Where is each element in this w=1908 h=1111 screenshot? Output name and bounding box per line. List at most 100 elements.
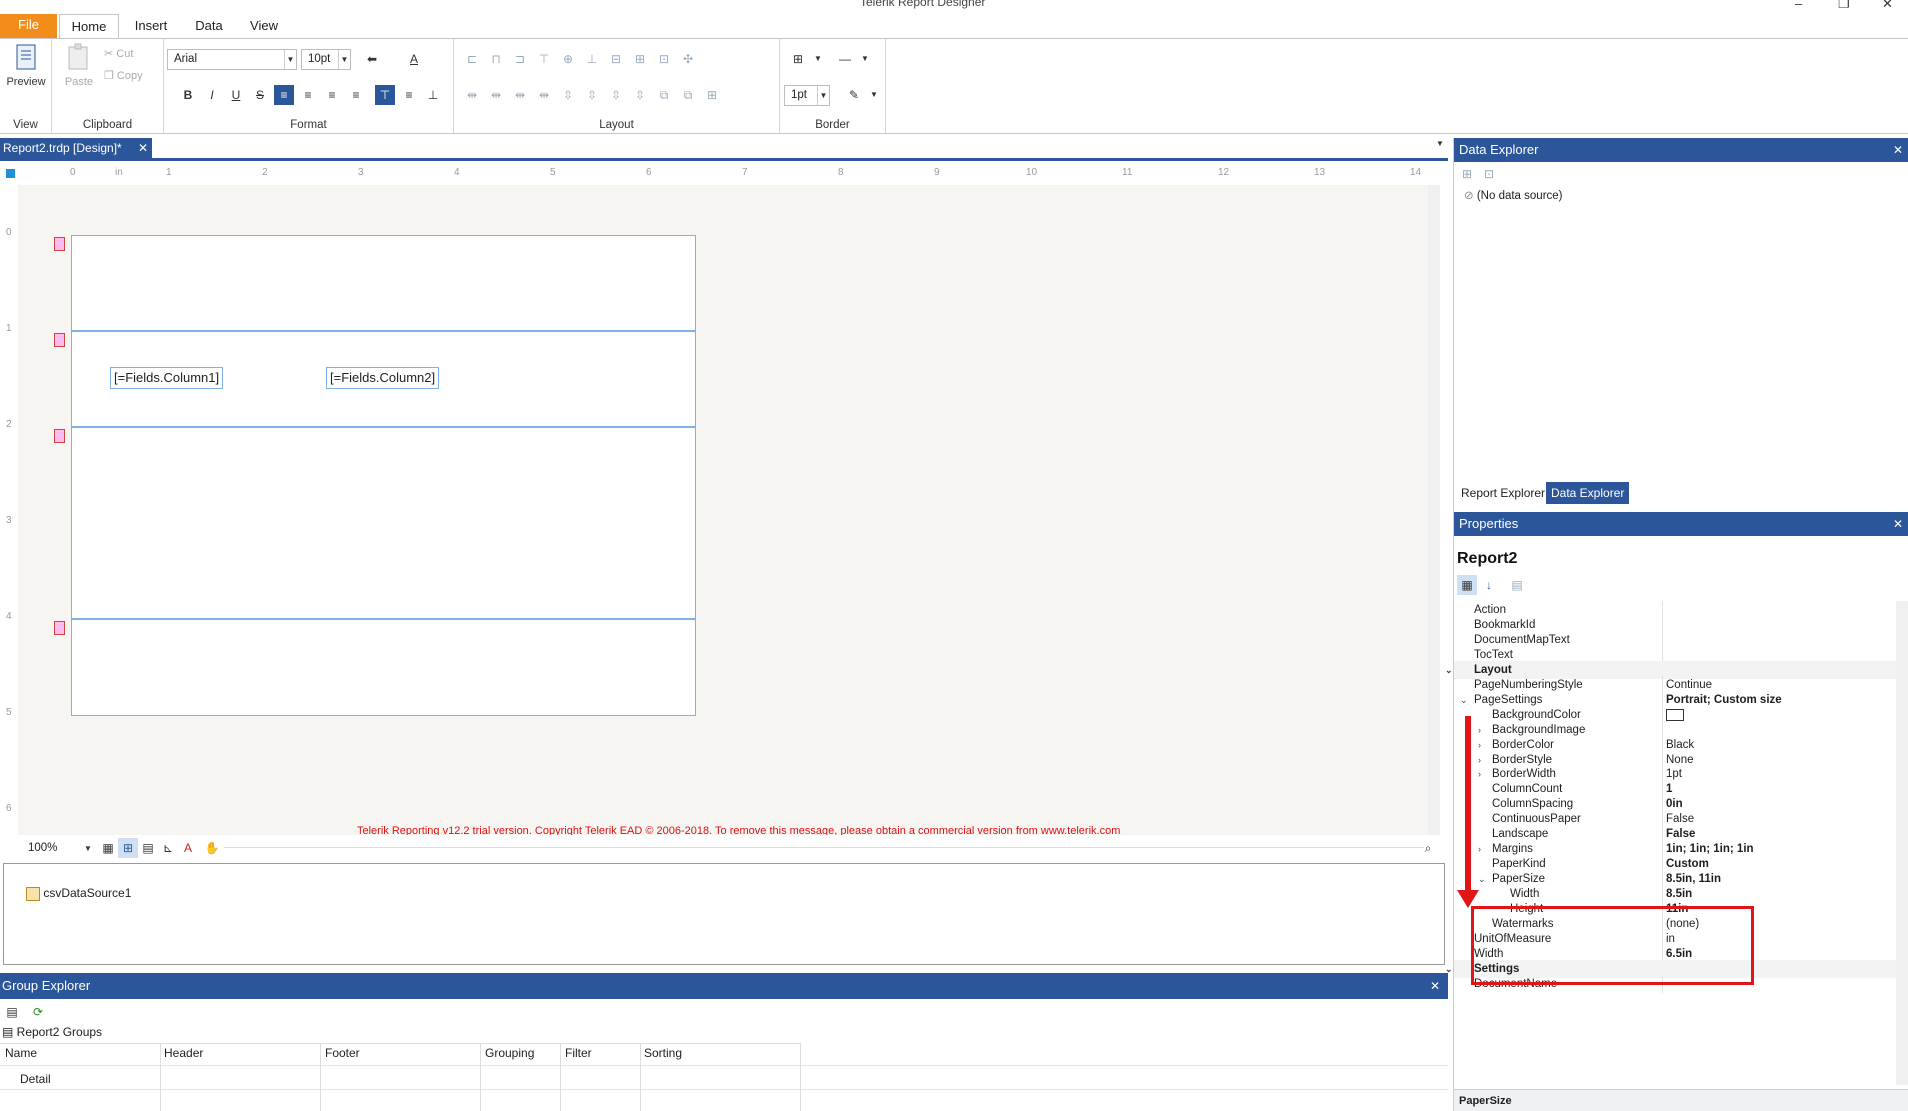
column-header-footer[interactable]: Footer [325,1046,360,1060]
tab-report-explorer[interactable]: Report Explorer [1456,482,1550,504]
font-combo[interactable]: Arial ▼ [167,49,297,70]
band-icon[interactable]: ▤ [138,838,158,858]
group-tree-root[interactable]: ▤ Report2 Groups [2,1025,102,1039]
h-spacing-icon[interactable]: ⇹ [462,85,482,105]
font-color-icon[interactable]: A [404,49,424,69]
center-icon[interactable]: ✣ [678,49,698,69]
close-button[interactable]: ✕ [1882,0,1893,12]
detail-icon[interactable] [54,333,65,347]
h-spacing-dec-icon[interactable]: ⇹ [510,85,530,105]
bold-icon[interactable]: B [178,85,198,105]
group-band[interactable] [71,427,696,619]
page-footer-band[interactable] [71,619,696,716]
text-icon[interactable]: A [178,838,198,858]
canvas-horizontal-scrollbar[interactable] [224,847,1424,848]
minimize-button[interactable]: – [1795,0,1802,11]
v-spacing-remove-icon[interactable]: ⇳ [630,85,650,105]
paste-button[interactable]: Paste [62,43,96,88]
v-spacing-dec-icon[interactable]: ⇳ [606,85,626,105]
page-footer-icon[interactable] [54,621,65,635]
v-spacing-icon[interactable]: ⇳ [558,85,578,105]
strikethrough-icon[interactable]: S [250,85,270,105]
preview-button[interactable]: Preview [4,43,48,88]
collapse-icon[interactable]: ⌄ [1445,960,1453,978]
sort-alpha-icon[interactable]: ↓ [1479,575,1499,595]
cut-button[interactable]: ✂ Cut [104,47,133,60]
zoom-icon[interactable]: ⌕ [1418,838,1438,858]
h-spacing-remove-icon[interactable]: ⇹ [534,85,554,105]
ruler-corner[interactable] [6,169,15,178]
group-icon[interactable] [54,429,65,443]
collapse-icon[interactable]: ⌄ [1445,661,1453,679]
border-color-icon[interactable]: ✎ [844,85,864,105]
tab-view[interactable]: View [240,14,288,38]
property-pages-icon[interactable]: ▤ [1507,575,1527,595]
send-back-icon[interactable]: ⧉ [678,85,698,105]
align-tops-icon[interactable]: ⊤ [534,49,554,69]
canvas-vertical-scrollbar[interactable] [1428,185,1440,835]
tab-data-explorer[interactable]: Data Explorer [1546,482,1630,504]
align-rights-icon[interactable]: ⊐ [510,49,530,69]
ruler-icon[interactable]: ⊾ [158,838,178,858]
v-spacing-inc-icon[interactable]: ⇳ [582,85,602,105]
column-header-filter[interactable]: Filter [565,1046,592,1060]
tab-file[interactable]: File [0,14,57,38]
column-header-grouping[interactable]: Grouping [485,1046,534,1060]
same-size-icon[interactable]: ⊡ [654,49,674,69]
chevron-down-icon[interactable]: ▼ [864,85,884,105]
font-size-combo[interactable]: 10pt ▼ [301,49,351,70]
color-swatch[interactable] [1666,708,1684,721]
underline-icon[interactable]: U [226,85,246,105]
textbox-column1[interactable]: [=Fields.Column1] [110,367,224,389]
align-right-icon[interactable]: ≡ [322,85,342,105]
data-tree-item[interactable]: ⊘ (No data source) [1464,188,1563,202]
column-header-name[interactable]: Name [5,1046,37,1060]
grid-icon[interactable]: ▦ [98,838,118,858]
copy-button[interactable]: ❐ Copy [104,69,143,82]
maximize-button[interactable]: ❐ [1838,0,1850,12]
column-header-sorting[interactable]: Sorting [644,1046,682,1060]
align-left-icon[interactable]: ≡ [274,85,294,105]
close-icon[interactable]: ✕ [138,138,148,158]
page-header-band[interactable] [71,235,696,331]
close-icon[interactable]: ✕ [1893,512,1903,536]
column-header-header[interactable]: Header [164,1046,203,1060]
csv-data-source[interactable]: csvDataSource1 [26,886,131,901]
tab-home[interactable]: Home [59,14,119,39]
align-bottoms-icon[interactable]: ⊥ [582,49,602,69]
text-color-icon[interactable]: ⬅ [362,49,382,69]
close-icon[interactable]: ✕ [1430,973,1440,999]
same-height-icon[interactable]: ⊞ [630,49,650,69]
bring-front-icon[interactable]: ⧉ [654,85,674,105]
snap-icon[interactable]: ⊞ [702,85,722,105]
tab-insert[interactable]: Insert [124,14,178,38]
group-view-icon[interactable]: ▤ [2,1002,22,1022]
align-middles-icon[interactable]: ⊕ [558,49,578,69]
refresh-icon[interactable]: ⟳ [28,1002,48,1022]
design-canvas[interactable]: [=Fields.Column1] [=Fields.Column2] [18,185,1440,835]
align-centers-icon[interactable]: ⊓ [486,49,506,69]
textbox-column2[interactable]: [=Fields.Column2] [326,367,440,389]
chevron-down-icon[interactable]: ▼ [808,49,828,69]
align-bottom-icon[interactable]: ⊥ [423,85,443,105]
hand-icon[interactable]: ✋ [202,838,222,858]
page-header-icon[interactable] [54,237,65,251]
tab-menu-icon[interactable]: ▼ [1436,139,1444,148]
detail-band[interactable]: [=Fields.Column1] [=Fields.Column2] [71,331,696,427]
borders-icon[interactable]: ⊞ [788,49,808,69]
zoom-combo[interactable]: 100% ▼ [22,839,94,860]
categorized-icon[interactable]: ▦ [1457,575,1477,595]
italic-icon[interactable]: I [202,85,222,105]
close-icon[interactable]: ✕ [1893,138,1903,162]
border-style-icon[interactable]: — [835,49,855,69]
align-top-icon[interactable]: ⊤ [375,85,395,105]
chevron-down-icon[interactable]: ▼ [855,49,875,69]
align-lefts-icon[interactable]: ⊏ [462,49,482,69]
property-grid-scrollbar[interactable] [1896,601,1908,1085]
add-datasource-icon[interactable]: ⊞ [1457,164,1477,184]
border-width-combo[interactable]: 1pt ▼ [784,85,830,106]
h-spacing-inc-icon[interactable]: ⇹ [486,85,506,105]
edit-datasource-icon[interactable]: ⊡ [1479,164,1499,184]
document-tab[interactable]: Report2.trdp [Design]* ✕ [0,138,152,158]
snap-grid-icon[interactable]: ⊞ [118,838,138,858]
